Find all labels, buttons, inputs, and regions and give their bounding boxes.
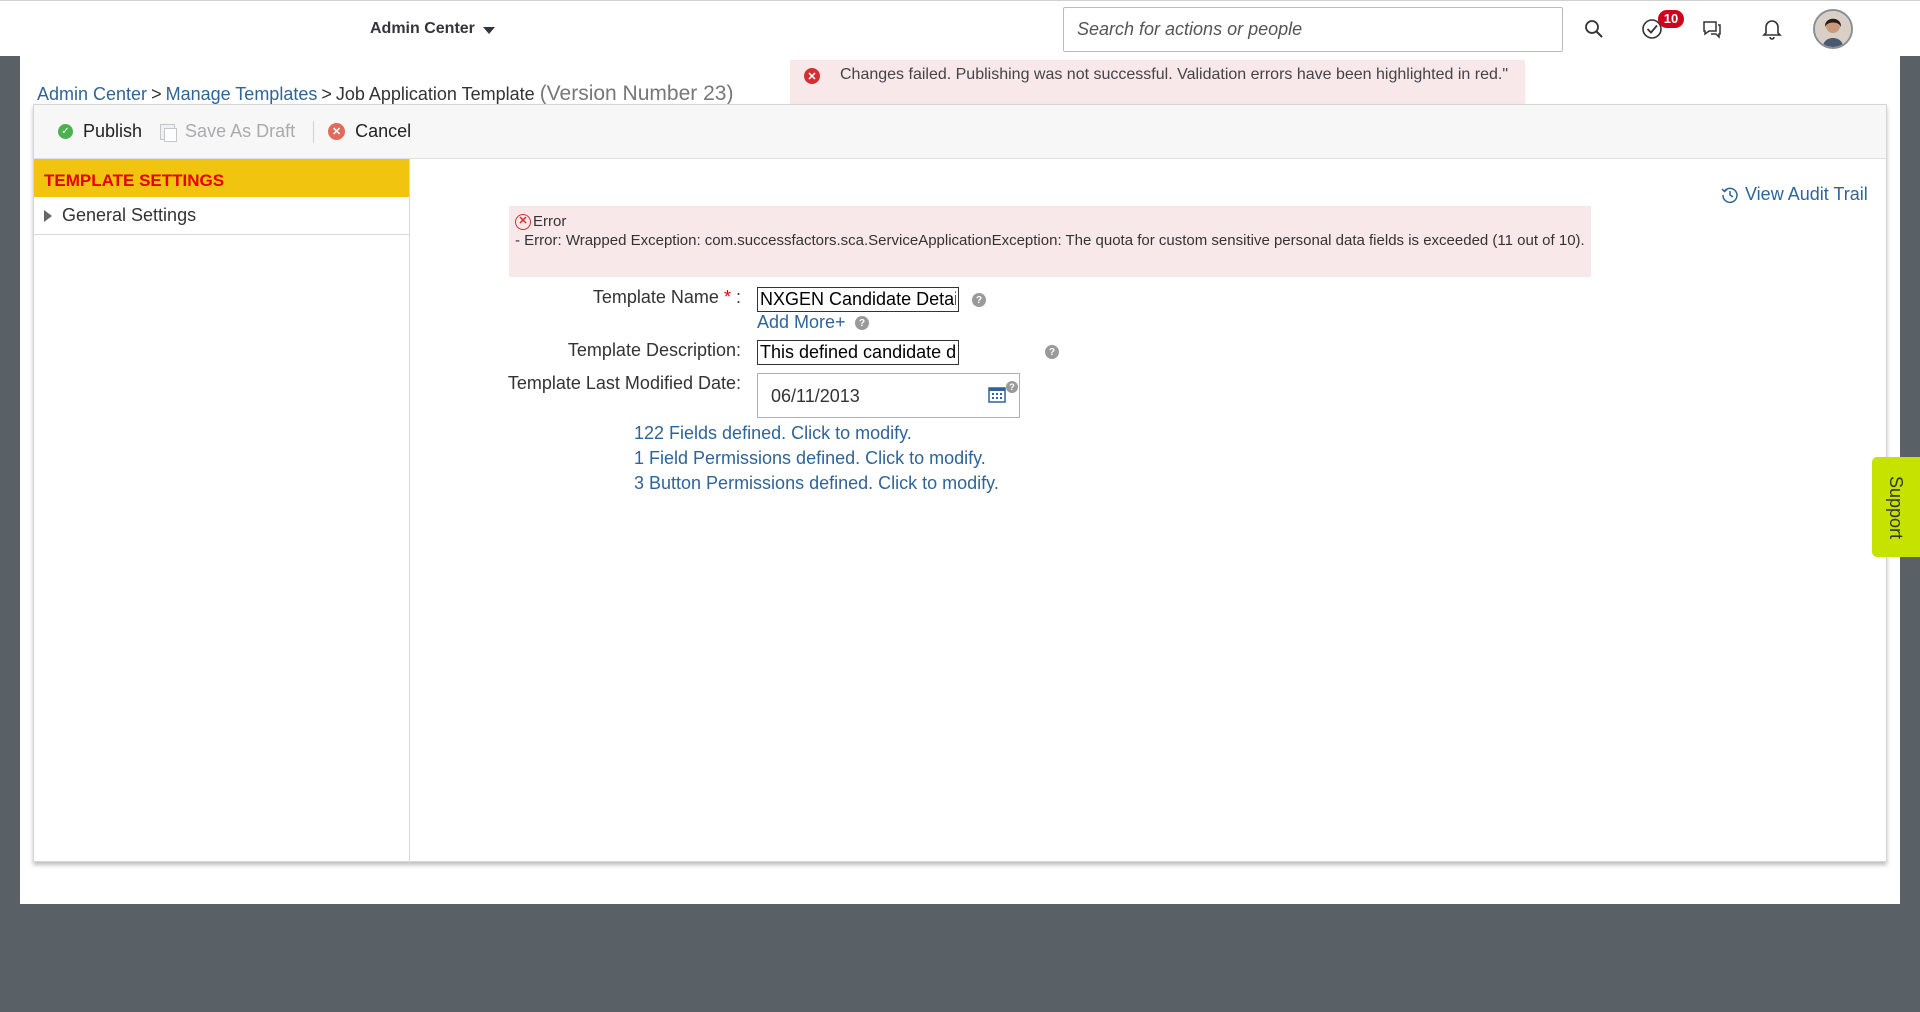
support-tab[interactable]: Support bbox=[1872, 457, 1920, 557]
settings-sidebar: TEMPLATE SETTINGS General Settings bbox=[34, 159, 410, 863]
breadcrumb-separator: > bbox=[321, 84, 332, 104]
breadcrumb-current: Job Application Template bbox=[335, 84, 535, 104]
cancel-icon: ✕ bbox=[328, 123, 346, 140]
copy-icon bbox=[160, 123, 178, 142]
template-description-label: Template Description: bbox=[567, 340, 741, 360]
view-audit-trail-link[interactable]: View Audit Trail bbox=[1721, 184, 1868, 205]
support-label: Support bbox=[1886, 475, 1907, 539]
sidebar-header: TEMPLATE SETTINGS bbox=[34, 159, 409, 197]
save-as-draft-label: Save As Draft bbox=[185, 121, 296, 141]
last-modified-date-value: 06/11/2013 bbox=[771, 386, 860, 406]
shell-bar: Admin Center 10 bbox=[0, 0, 1920, 56]
help-icon[interactable]: ? bbox=[1045, 345, 1059, 359]
template-name-input[interactable] bbox=[757, 287, 959, 312]
audit-trail-label: View Audit Trail bbox=[1745, 184, 1868, 204]
sidebar-item-general-settings[interactable]: General Settings bbox=[34, 197, 409, 235]
breadcrumb-manage-templates[interactable]: Manage Templates bbox=[166, 84, 318, 104]
breadcrumb: Admin Center > Manage Templates > Job Applic… bbox=[37, 82, 733, 106]
breadcrumb-admin-center[interactable]: Admin Center bbox=[37, 84, 147, 104]
help-icon[interactable]: ? bbox=[855, 316, 869, 330]
error-circle-icon: ✕ bbox=[515, 213, 531, 230]
bell-icon[interactable] bbox=[1758, 15, 1786, 43]
field-permissions-link[interactable]: 1 Field Permissions defined. Click to mo… bbox=[634, 448, 986, 469]
template-description-input[interactable] bbox=[757, 340, 959, 365]
template-name-label: Template Name * : bbox=[481, 287, 741, 308]
toast-message: Changes failed. Publishing was not succe… bbox=[840, 66, 1509, 83]
error-icon: ✕ bbox=[804, 68, 820, 84]
template-name-label-text: Template Name bbox=[592, 287, 719, 307]
publish-button[interactable]: ✓ Publish bbox=[58, 121, 142, 142]
error-toast: ✕ Changes failed. Publishing was not suc… bbox=[790, 60, 1525, 106]
cancel-label: Cancel bbox=[355, 121, 412, 141]
error-title-text: Error bbox=[533, 213, 567, 230]
sidebar-item-label: General Settings bbox=[62, 205, 197, 225]
search-icon[interactable] bbox=[1580, 15, 1608, 43]
last-modified-label: Template Last Modified Date: bbox=[507, 373, 741, 393]
toolbar: ✓ Publish Save As Draft ✕ Cancel bbox=[34, 105, 1886, 159]
last-modified-date-field[interactable]: 06/11/2013 bbox=[757, 373, 1020, 418]
calendar-icon[interactable] bbox=[988, 385, 1006, 403]
chevron-down-icon bbox=[482, 26, 495, 34]
button-permissions-link[interactable]: 3 Button Permissions defined. Click to m… bbox=[634, 473, 999, 494]
todo-badge: 10 bbox=[1658, 10, 1684, 28]
help-icon[interactable]: ? bbox=[1006, 381, 1018, 393]
publish-label: Publish bbox=[83, 121, 143, 141]
error-message-box: ✕ Error - Error: Wrapped Exception: com.… bbox=[509, 206, 1591, 277]
expand-arrow-icon[interactable] bbox=[44, 209, 52, 222]
app-menu-button[interactable]: Admin Center bbox=[370, 20, 495, 38]
add-more-link[interactable]: Add More+ bbox=[757, 312, 846, 333]
chat-icon[interactable] bbox=[1698, 15, 1726, 43]
error-detail: - Error: Wrapped Exception: com.successf… bbox=[515, 232, 1585, 249]
version-number: (Version Number 23) bbox=[539, 82, 734, 105]
fields-defined-link[interactable]: 122 Fields defined. Click to modify. bbox=[634, 423, 912, 444]
required-marker: * bbox=[723, 287, 731, 307]
help-icon[interactable]: ? bbox=[972, 293, 986, 307]
search-input[interactable] bbox=[1063, 7, 1563, 52]
cancel-button[interactable]: ✕ Cancel bbox=[328, 121, 411, 142]
history-icon bbox=[1721, 187, 1738, 203]
app-menu-label: Admin Center bbox=[370, 20, 475, 37]
breadcrumb-separator: > bbox=[151, 84, 162, 104]
error-title: ✕ Error bbox=[515, 212, 1585, 231]
check-icon: ✓ bbox=[58, 124, 73, 139]
save-as-draft-button[interactable]: Save As Draft bbox=[160, 121, 295, 142]
toolbar-divider bbox=[313, 120, 315, 143]
label-colon: : bbox=[735, 287, 741, 307]
avatar[interactable] bbox=[1813, 9, 1853, 49]
